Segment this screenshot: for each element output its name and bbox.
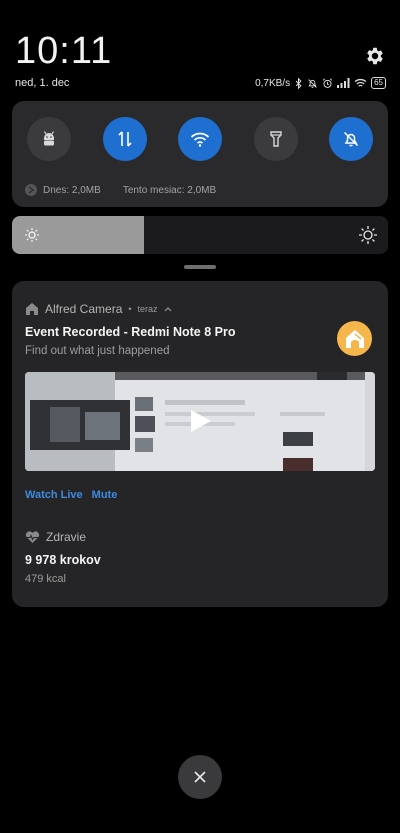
notification-title: Event Recorded - Redmi Note 8 Pro xyxy=(25,325,236,339)
tile-wifi[interactable] xyxy=(178,117,222,161)
steps-count: 9 978 krokov xyxy=(25,553,101,567)
play-icon[interactable] xyxy=(187,408,213,434)
settings-gear-icon[interactable] xyxy=(364,45,386,67)
heart-pulse-icon xyxy=(25,530,40,543)
notification-card[interactable]: Alfred Camera • teraz Event Recorded - R… xyxy=(12,281,388,607)
health-app-row: Zdravie xyxy=(25,530,86,544)
quick-settings-tiles xyxy=(27,117,373,161)
brightness-high-icon xyxy=(359,226,377,244)
brightness-slider[interactable] xyxy=(12,216,388,254)
wifi-icon xyxy=(190,132,210,147)
mobile-data-icon xyxy=(117,131,132,147)
network-speed: 0,7KB/s xyxy=(255,77,291,89)
close-icon xyxy=(194,771,206,783)
tile-do-not-disturb[interactable] xyxy=(329,117,373,161)
notification-time: teraz xyxy=(137,304,158,314)
flashlight-icon xyxy=(269,131,282,147)
data-usage-icon xyxy=(25,184,37,196)
dnd-bell-off-icon xyxy=(308,78,317,88)
data-usage-today: Dnes: 2,0MB xyxy=(43,184,101,196)
health-app-name: Zdravie xyxy=(46,530,87,544)
data-usage-row: Dnes: 2,0MB Tento mesiac: 2,0MB xyxy=(25,184,216,196)
tile-flashlight[interactable] xyxy=(253,117,298,161)
notification-app-row: Alfred Camera • teraz xyxy=(25,302,172,316)
bell-off-icon xyxy=(343,131,359,147)
wifi-status-icon xyxy=(354,78,367,87)
status-icons: 0,7KB/s 65 xyxy=(255,77,386,89)
data-usage-month: Tento mesiac: 2,0MB xyxy=(122,184,217,196)
notification-actions: Watch Live Mute xyxy=(25,489,117,501)
tile-android-debug[interactable] xyxy=(27,117,71,161)
alfred-camera-badge-icon xyxy=(337,321,372,356)
alfred-camera-app-icon xyxy=(26,303,38,315)
quick-settings-panel: Dnes: 2,0MB Tento mesiac: 2,0MB xyxy=(12,101,388,207)
signal-icon xyxy=(337,78,350,88)
drag-handle[interactable] xyxy=(184,265,216,269)
brightness-low-icon xyxy=(25,228,39,242)
video-thumbnail[interactable] xyxy=(25,372,375,471)
notification-subtitle: Find out what just happened xyxy=(25,345,170,357)
android-debug-icon xyxy=(43,131,55,146)
date: ned, 1. dec xyxy=(15,77,70,89)
calories: 479 kcal xyxy=(25,573,66,585)
chevron-up-icon[interactable] xyxy=(164,306,172,312)
watch-live-button[interactable]: Watch Live xyxy=(25,489,83,501)
tile-mobile-data[interactable] xyxy=(102,117,147,161)
alarm-icon xyxy=(322,77,333,88)
mute-button[interactable]: Mute xyxy=(92,489,118,501)
notification-time-dot: • xyxy=(128,304,132,314)
clock: 10:11 xyxy=(15,30,113,72)
close-button[interactable] xyxy=(178,755,222,799)
notification-app-name: Alfred Camera xyxy=(45,302,123,316)
bluetooth-icon xyxy=(295,77,302,89)
battery-indicator: 65 xyxy=(371,77,386,89)
